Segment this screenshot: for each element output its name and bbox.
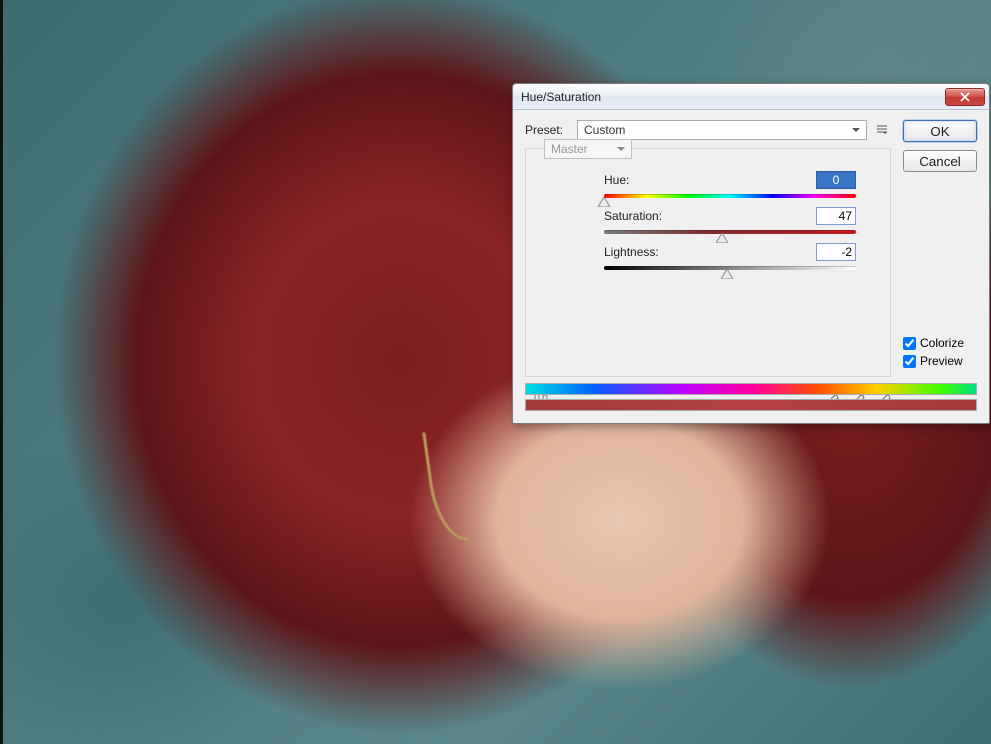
dialog-titlebar[interactable]: Hue/Saturation (513, 84, 989, 110)
lightness-row: Lightness: (604, 243, 856, 261)
hue-slider[interactable] (604, 191, 856, 201)
preview-label: Preview (920, 354, 963, 368)
hue-row: Hue: (604, 171, 856, 189)
saturation-slider[interactable] (604, 227, 856, 237)
lightness-thumb[interactable] (721, 269, 733, 279)
lightness-slider[interactable] (604, 263, 856, 273)
spectrum-input-bar[interactable] (525, 383, 977, 395)
preset-value: Custom (584, 123, 625, 137)
saturation-track (604, 230, 856, 234)
colorize-check-row[interactable]: Colorize (903, 336, 977, 350)
hue-track (604, 194, 856, 198)
preview-checkbox[interactable] (903, 355, 916, 368)
saturation-row: Saturation: (604, 207, 856, 225)
saturation-thumb[interactable] (716, 233, 728, 243)
saturation-label: Saturation: (604, 209, 806, 223)
param-rows: Hue: (536, 171, 880, 189)
adjust-group: Master Hue: (525, 148, 891, 377)
hue-slider-wrap (536, 189, 880, 201)
hue-saturation-dialog: Hue/Saturation Preset: Custom Master (512, 83, 990, 424)
channel-value: Master (551, 142, 588, 156)
preset-row: Preset: Custom (525, 120, 891, 140)
hue-thumb[interactable] (598, 197, 610, 207)
close-button[interactable] (945, 88, 985, 106)
colorize-label: Colorize (920, 336, 964, 350)
dialog-title: Hue/Saturation (521, 90, 601, 104)
spectrum-bars (525, 383, 977, 413)
app-ruler-edge (0, 0, 3, 744)
hue-label: Hue: (604, 173, 806, 187)
channel-select[interactable]: Master (544, 139, 632, 159)
close-icon (959, 92, 971, 102)
preview-check-row[interactable]: Preview (903, 354, 977, 368)
saturation-input[interactable] (816, 207, 856, 225)
preset-label: Preset: (525, 123, 571, 137)
sat-slider-wrap (536, 225, 880, 237)
cancel-button[interactable]: Cancel (903, 150, 977, 172)
right-column: OK Cancel Colorize Preview (903, 120, 977, 411)
dialog-body: Preset: Custom Master Hue: (513, 110, 989, 423)
light-slider-wrap (536, 261, 880, 273)
param-rows3: Lightness: (536, 243, 880, 261)
preset-select[interactable]: Custom (577, 120, 867, 140)
param-rows2: Saturation: (536, 207, 880, 225)
left-column: Preset: Custom Master Hue: (525, 120, 891, 411)
lightness-label: Lightness: (604, 245, 806, 259)
lightness-input[interactable] (816, 243, 856, 261)
colorize-checkbox[interactable] (903, 337, 916, 350)
preset-menu-icon[interactable] (873, 121, 891, 139)
checks-group: Colorize Preview (903, 336, 977, 368)
ok-button[interactable]: OK (903, 120, 977, 142)
spectrum-output-bar[interactable] (525, 399, 977, 411)
hue-input[interactable] (816, 171, 856, 189)
